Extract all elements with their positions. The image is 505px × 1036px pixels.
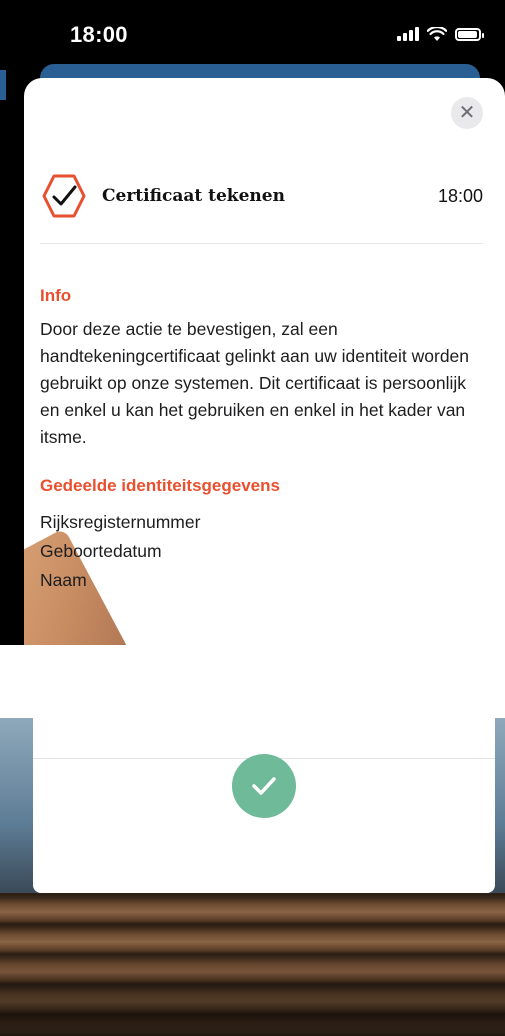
background-app-edge (0, 60, 16, 645)
request-time: 18:00 (437, 185, 483, 206)
status-bar: 18:00 (24, 0, 505, 64)
hexagon-checkmark-icon (42, 174, 86, 218)
info-heading: Info (40, 286, 72, 305)
checkmark-icon (252, 777, 276, 795)
shared-data-heading: Gedeelde identiteitsgegevens (40, 476, 280, 495)
sign-certificate-sheet: ✕ Certificaat tekenen 18:00 Info Door de… (24, 78, 505, 645)
sheet-title: Certificaat tekenen (102, 186, 285, 206)
status-time: 18:00 (70, 22, 128, 47)
shared-item-geboortedatum: Geboortedatum (40, 541, 162, 561)
confirmation-frame (0, 718, 505, 1036)
shared-data-list: Rijksregisternummer Geboortedatum Naam (40, 508, 200, 595)
background-blue-edge (0, 70, 6, 100)
battery-icon (455, 27, 484, 41)
background-shadow (0, 956, 505, 1036)
wifi-icon (427, 26, 447, 41)
shared-item-naam: Naam (40, 570, 87, 590)
status-icons (397, 24, 484, 44)
confirmation-card (33, 718, 495, 893)
phone-screen: 18:00 ✕ Certificaat tekenen 18:00 Info D… (0, 0, 505, 645)
divider (40, 243, 483, 244)
close-button[interactable]: ✕ (451, 97, 483, 129)
cellular-signal-icon (397, 27, 419, 41)
sheet-header: Certificaat tekenen 18:00 (40, 166, 483, 226)
close-icon: ✕ (458, 102, 476, 124)
shared-item-rijksregisternummer: Rijksregisternummer (40, 512, 201, 532)
success-checkmark-icon (232, 754, 296, 818)
info-text: Door deze actie te bevestigen, zal een h… (40, 319, 470, 447)
